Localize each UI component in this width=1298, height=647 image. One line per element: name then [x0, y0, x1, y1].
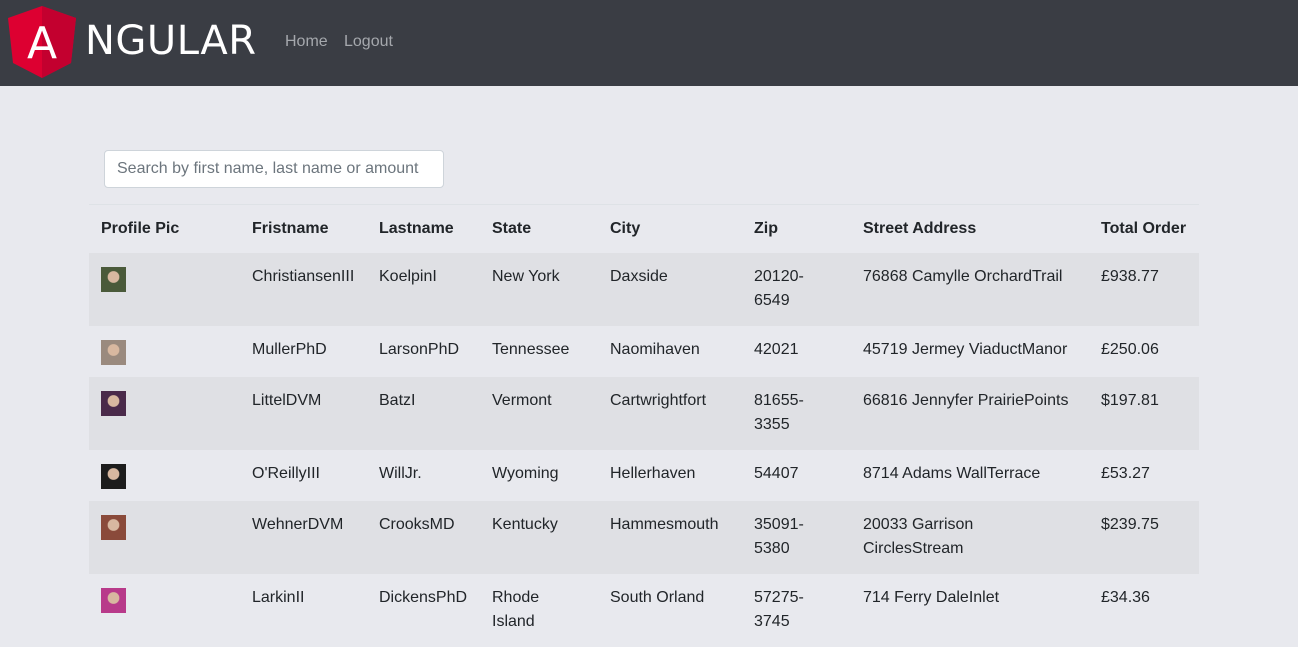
avatar [101, 267, 126, 292]
street-address-cell: 66816 Jennyfer PrairiePoints [851, 377, 1089, 450]
state-cell: Vermont [480, 377, 598, 450]
city-cell: Hellerhaven [610, 465, 696, 482]
logo-letter: A [27, 18, 57, 69]
profile-pic-cell [89, 377, 240, 450]
total-order-cell: $197.81 [1089, 377, 1199, 450]
zip-cell: 57275-3745 [754, 589, 804, 630]
avatar [101, 588, 126, 613]
profile-pic-cell [89, 501, 240, 574]
nav-link-logout[interactable]: Logout [344, 32, 393, 52]
total-order-cell: $239.75 [1089, 501, 1199, 574]
city-cell: Daxside [598, 253, 742, 326]
total-order-cell: £250.06 [1101, 341, 1159, 358]
street-address-cell: 45719 Jermey ViaductManor [863, 341, 1068, 358]
column-header-total-order: Total Order [1089, 204, 1199, 253]
city-cell: South Orland [610, 589, 705, 606]
state-cell: Rhode Island [492, 589, 540, 630]
firstname-cell: LittelDVM [240, 377, 367, 450]
zip-cell: 35091-5380 [742, 501, 851, 574]
zip-cell: 81655-3355 [742, 377, 851, 450]
lastname-cell: BatzI [367, 377, 480, 450]
avatar [101, 391, 126, 416]
city-cell: Naomihaven [610, 341, 700, 358]
avatar [101, 515, 126, 540]
table-row[interactable]: LittelDVM BatzI Vermont Cartwrightfort 8… [89, 377, 1199, 450]
firstname-cell: MullerPhD [252, 341, 327, 358]
nav-link-home[interactable]: Home [285, 32, 328, 52]
lastname-cell: WillJr. [379, 465, 422, 482]
lastname-cell: LarsonPhD [379, 341, 460, 358]
state-cell: Kentucky [480, 501, 598, 574]
column-header-street-address: Street Address [851, 204, 1089, 253]
profile-pic-cell [89, 326, 240, 377]
street-address-cell: 714 Ferry DaleInlet [863, 589, 1000, 606]
profile-pic-cell [89, 450, 240, 501]
state-cell: New York [480, 253, 598, 326]
brand-name[interactable]: NGULAR [85, 16, 257, 66]
column-header-state: State [480, 204, 598, 253]
firstname-cell: WehnerDVM [240, 501, 367, 574]
city-cell: Cartwrightfort [598, 377, 742, 450]
table-row[interactable]: LarkinII DickensPhD Rhode Island South O… [89, 574, 1199, 647]
street-address-cell: 20033 Garrison CirclesStream [851, 501, 1089, 574]
firstname-cell: LarkinII [252, 589, 305, 606]
column-header-firstname: Fristname [240, 204, 367, 253]
customers-table: Profile Pic Fristname Lastname State Cit… [89, 204, 1199, 647]
zip-cell: 54407 [754, 465, 799, 482]
search-input[interactable] [104, 150, 444, 188]
navbar: A NGULAR Home Logout [0, 0, 1298, 86]
lastname-cell: KoelpinI [367, 253, 480, 326]
city-cell: Hammesmouth [598, 501, 742, 574]
avatar [101, 340, 126, 365]
total-order-cell: £53.27 [1101, 465, 1150, 482]
firstname-cell: ChristiansenIII [240, 253, 367, 326]
street-address-cell: 8714 Adams WallTerrace [863, 465, 1041, 482]
column-header-lastname: Lastname [367, 204, 480, 253]
total-order-cell: £34.36 [1101, 589, 1150, 606]
column-header-profile-pic: Profile Pic [89, 204, 240, 253]
table-row[interactable]: MullerPhD LarsonPhD Tennessee Naomihaven… [89, 326, 1199, 377]
zip-cell: 20120-6549 [742, 253, 851, 326]
column-header-zip: Zip [742, 204, 851, 253]
lastname-cell: CrooksMD [367, 501, 480, 574]
profile-pic-cell [89, 253, 240, 326]
zip-cell: 42021 [754, 341, 799, 358]
table-row[interactable]: O'ReillyIII WillJr. Wyoming Hellerhaven … [89, 450, 1199, 501]
state-cell: Tennessee [492, 341, 570, 358]
lastname-cell: DickensPhD [379, 589, 468, 606]
profile-pic-cell [89, 574, 240, 647]
angular-logo-icon[interactable]: A [8, 6, 76, 78]
avatar [101, 464, 126, 489]
state-cell: Wyoming [492, 465, 559, 482]
table-row[interactable]: WehnerDVM CrooksMD Kentucky Hammesmouth … [89, 501, 1199, 574]
table-header-row: Profile Pic Fristname Lastname State Cit… [89, 204, 1199, 253]
total-order-cell: £938.77 [1089, 253, 1199, 326]
table-row[interactable]: ChristiansenIII KoelpinI New York Daxsid… [89, 253, 1199, 326]
column-header-city: City [598, 204, 742, 253]
customers-table-container: Profile Pic Fristname Lastname State Cit… [89, 204, 1199, 647]
firstname-cell: O'ReillyIII [252, 465, 320, 482]
street-address-cell: 76868 Camylle OrchardTrail [851, 253, 1089, 326]
